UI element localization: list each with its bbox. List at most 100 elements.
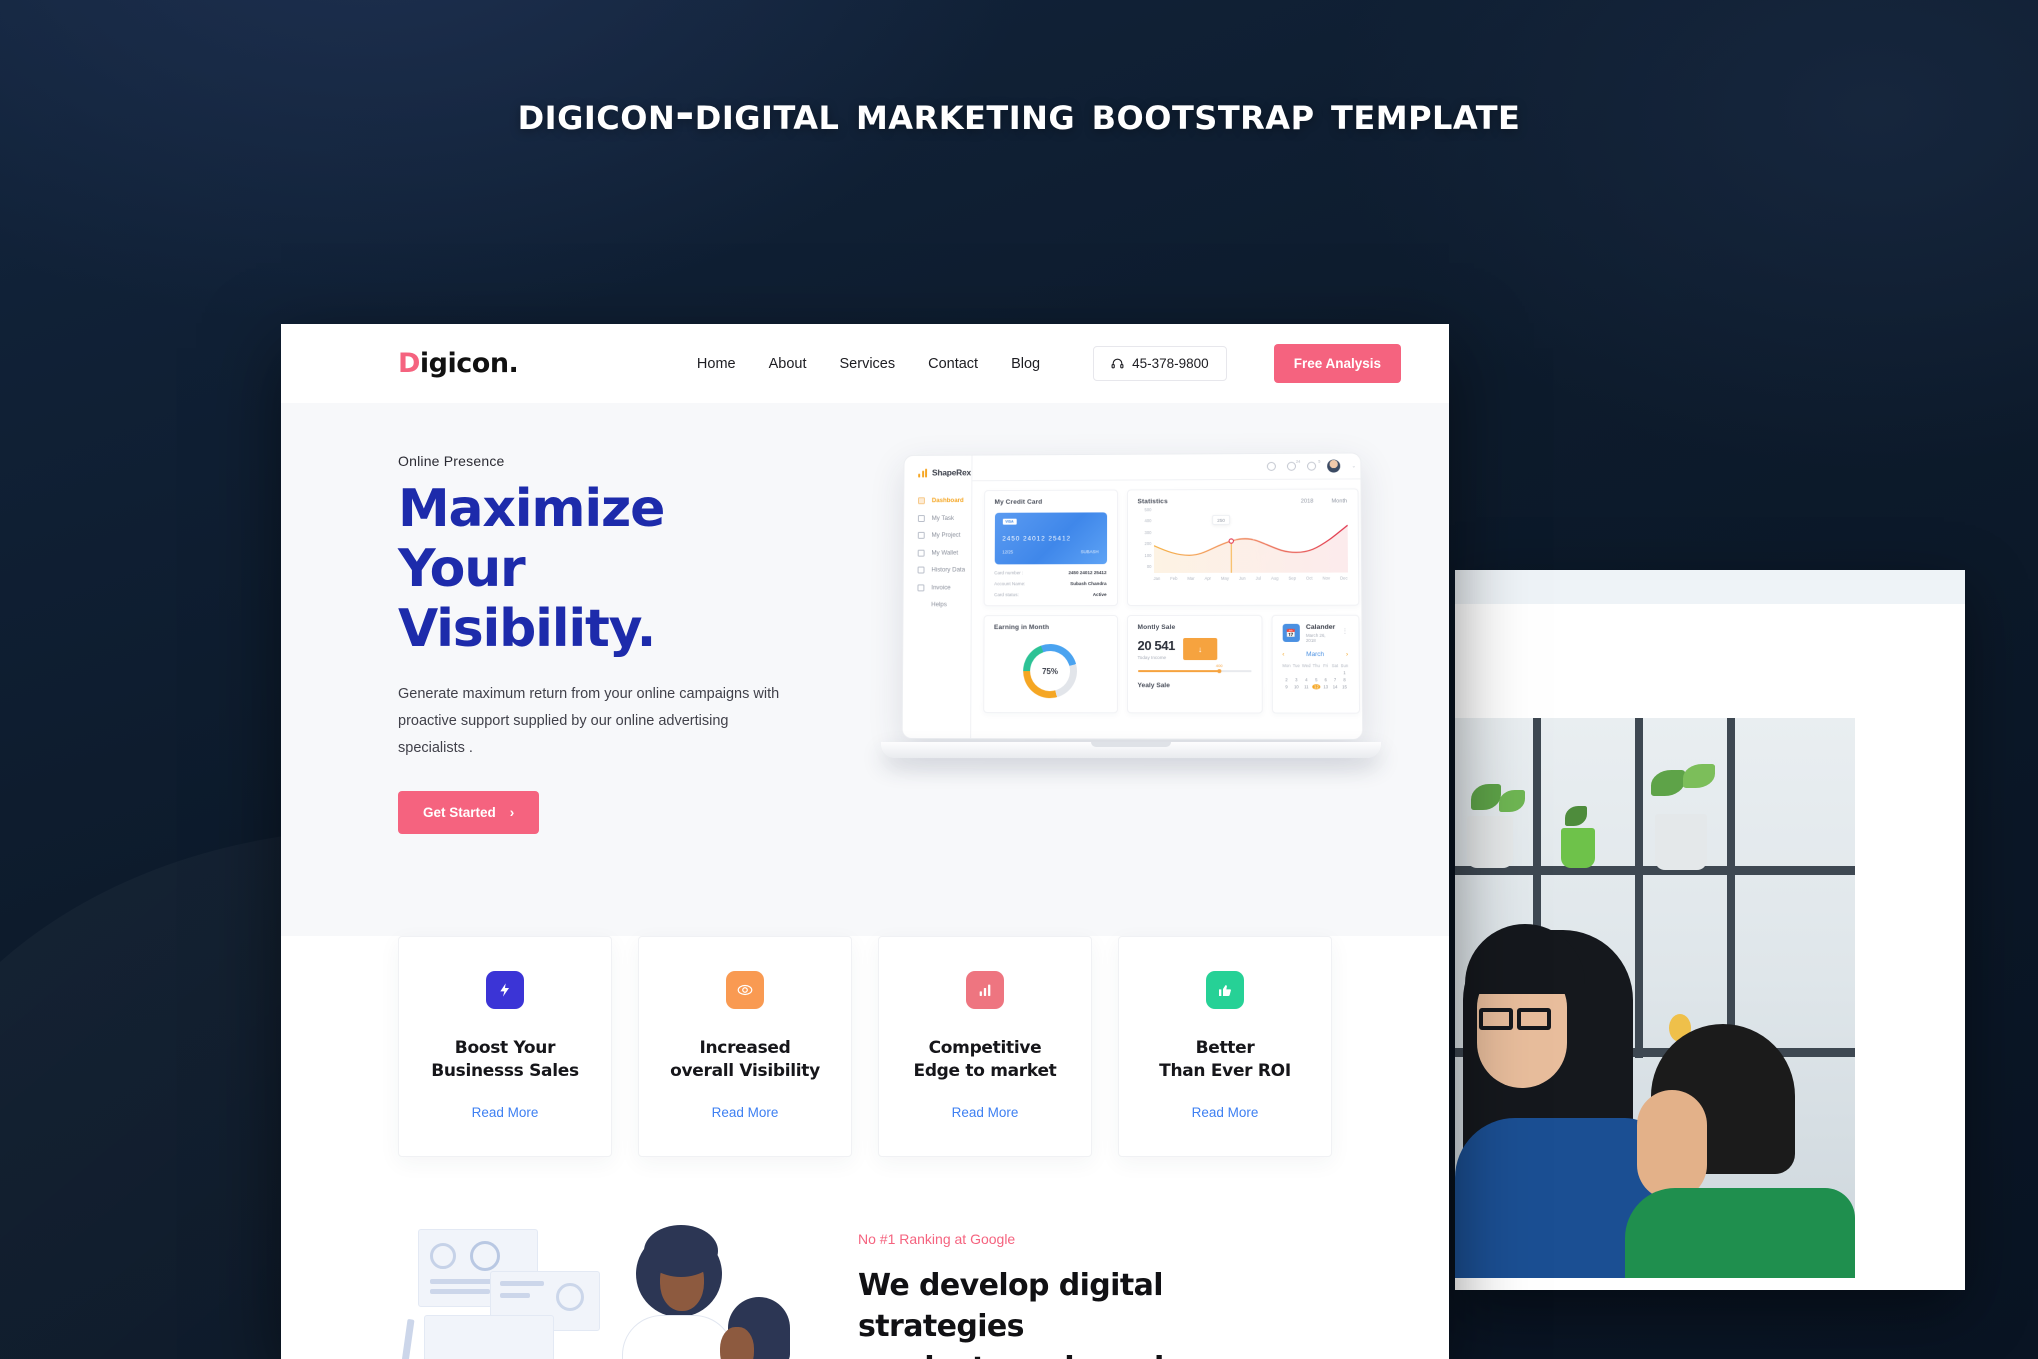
monthly-sale-widget: Montly Sale 20 541 Today Income ↓ 400 Ye… [1126, 614, 1263, 714]
statistics-title: Statistics [1137, 498, 1168, 506]
dashboard-topbar: 24 5 ⌄ [971, 453, 1364, 482]
thumbs-up-icon [1206, 971, 1244, 1009]
site-navbar: Digicon. Home About Services Contact Blo… [281, 324, 1449, 403]
feature-title: Competitive Edge to market [889, 1037, 1081, 1083]
calendar-day[interactable]: 8 [1341, 677, 1349, 682]
feature-title-line-2: Than Ever ROI [1159, 1060, 1291, 1081]
feature-card-boost-sales[interactable]: Boost Your Businesss Sales Read More [398, 936, 612, 1157]
statistics-widget: Statistics 2018 Month 500 400 300 200 10… [1126, 488, 1359, 607]
earning-donut-wrap: 75% [994, 636, 1107, 706]
chart-icon [917, 566, 925, 574]
dashboard-nav-label: My Project [931, 531, 961, 539]
hero-text-block: Online Presence Maximize Your Visibility… [398, 453, 868, 835]
mail-icon[interactable]: 5 [1307, 459, 1321, 471]
task-icon [917, 514, 925, 522]
more-vertical-icon[interactable]: ⋮ [1342, 629, 1348, 635]
calendar-day[interactable]: 10 [1293, 684, 1300, 689]
calendar-next-button[interactable]: › [1346, 651, 1348, 658]
phone-button[interactable]: 45-378-9800 [1093, 346, 1227, 381]
calendar-day[interactable]: 13 [1322, 684, 1329, 689]
dashboard-nav-helps[interactable]: Helps [917, 601, 970, 608]
chevron-down-icon[interactable]: ⌄ [1352, 463, 1356, 469]
template-preview-panel: Digicon. Home About Services Contact Blo… [281, 324, 1449, 1359]
read-more-link[interactable]: Read More [472, 1105, 539, 1120]
read-more-link[interactable]: Read More [712, 1105, 779, 1120]
hero-description: Generate maximum return from your online… [398, 686, 780, 756]
team-illustration [396, 1219, 818, 1359]
bell-icon[interactable]: 24 [1287, 459, 1300, 471]
secondary-page-mockup [1455, 570, 1965, 1290]
calendar-day[interactable] [1322, 670, 1329, 675]
hero-title: Maximize Your Visibility. [398, 483, 868, 655]
calendar-day[interactable] [1282, 670, 1290, 675]
dashboard-logo: ShapeRex [918, 467, 971, 478]
calendar-day[interactable]: 2 [1282, 677, 1290, 682]
x-tick: Aug [1270, 575, 1279, 581]
year-select[interactable]: 2018 [1301, 498, 1314, 504]
download-icon[interactable]: ↓ [1182, 637, 1218, 661]
x-tick: Mar [1187, 575, 1195, 581]
calendar-prev-button[interactable]: ‹ [1282, 651, 1284, 658]
feature-card-visibility[interactable]: Increased overall Visibility Read More [638, 936, 852, 1157]
hero-title-line-1: Maximize [398, 479, 665, 539]
bell-badge: 24 [1295, 458, 1301, 464]
read-more-link[interactable]: Read More [1192, 1105, 1259, 1120]
calendar-day[interactable]: 11 [1302, 684, 1311, 689]
nav-item-services[interactable]: Services [840, 356, 896, 372]
calendar-month-label: March [1306, 650, 1325, 658]
free-analysis-button[interactable]: Free Analysis [1273, 344, 1401, 383]
site-logo[interactable]: Digicon. [398, 348, 519, 379]
credit-card-holder: SUBASH [1080, 549, 1099, 555]
avatar[interactable] [1327, 459, 1341, 473]
dashboard-nav-my-project[interactable]: My Project [917, 531, 971, 539]
nav-item-blog[interactable]: Blog [1011, 356, 1040, 372]
monthly-sale-progress[interactable]: 400 [1137, 663, 1252, 673]
calendar-day[interactable]: 7 [1331, 677, 1338, 682]
dashboard-nav-label: My Task [931, 514, 955, 522]
strategy-title: We develop digital strategies products a… [858, 1265, 1332, 1359]
calendar-day[interactable] [1302, 670, 1311, 675]
nav-item-home[interactable]: Home [697, 356, 736, 372]
statistics-header: Statistics 2018 Month [1137, 497, 1347, 505]
feature-title: Boost Your Businesss Sales [409, 1037, 601, 1083]
feature-cards: Boost Your Businesss Sales Read More Inc… [281, 936, 1449, 1157]
calendar-day[interactable]: 3 [1293, 677, 1300, 682]
dashboard-nav-my-task[interactable]: My Task [917, 514, 971, 522]
search-icon[interactable] [1267, 461, 1277, 471]
credit-card-detail-row: Account Name: Subash Chandra [994, 581, 1106, 586]
monthly-sale-subtitle: Today Income [1137, 655, 1167, 661]
dashboard-nav-invoice[interactable]: Invoice [917, 584, 970, 591]
calendar-day[interactable]: 4 [1302, 677, 1311, 682]
calendar-day[interactable]: 5 [1313, 677, 1320, 682]
calendar-day[interactable] [1313, 670, 1320, 675]
calendar-day[interactable] [1331, 670, 1338, 675]
calendar-day[interactable]: 9 [1282, 684, 1290, 689]
feature-card-roi[interactable]: Better Than Ever ROI Read More [1118, 936, 1332, 1157]
calendar-weekday: Fri [1323, 662, 1329, 668]
range-select[interactable]: Month [1331, 498, 1347, 504]
credit-card-title: My Credit Card [994, 498, 1043, 506]
get-started-label: Get Started [423, 805, 496, 821]
nav-item-about[interactable]: About [769, 356, 807, 372]
calendar-day[interactable]: 6 [1322, 677, 1329, 682]
read-more-link[interactable]: Read More [952, 1105, 1019, 1120]
calendar-day[interactable] [1293, 670, 1300, 675]
calendar-day-today[interactable]: 12 [1312, 683, 1321, 689]
calendar-day[interactable]: 1 [1341, 670, 1349, 675]
chart-y-axis: 500 400 300 200 100 00 [1137, 507, 1151, 569]
calendar-icon: 📅 [1282, 624, 1300, 643]
nav-item-contact[interactable]: Contact [928, 356, 978, 372]
get-started-button[interactable]: Get Started › [398, 791, 540, 835]
calendar-day[interactable]: 14 [1331, 684, 1338, 689]
dashboard-nav-my-wallet[interactable]: My Wallet [917, 549, 971, 557]
logo-initial: D [398, 348, 420, 379]
detail-value: Active [1092, 592, 1107, 598]
feature-card-competitive-edge[interactable]: Competitive Edge to market Read More [878, 936, 1092, 1157]
calendar-weekday: Mon [1282, 662, 1291, 668]
calendar-day[interactable]: 15 [1341, 684, 1349, 689]
calendar-month-row: ‹ March › [1282, 651, 1348, 658]
dashboard-nav-history-data[interactable]: History Data [917, 566, 971, 574]
dashboard-nav-dashboard[interactable]: Dashboard [918, 497, 971, 505]
chart-tooltip: 250 [1212, 514, 1230, 525]
x-tick: Jun [1238, 575, 1246, 581]
